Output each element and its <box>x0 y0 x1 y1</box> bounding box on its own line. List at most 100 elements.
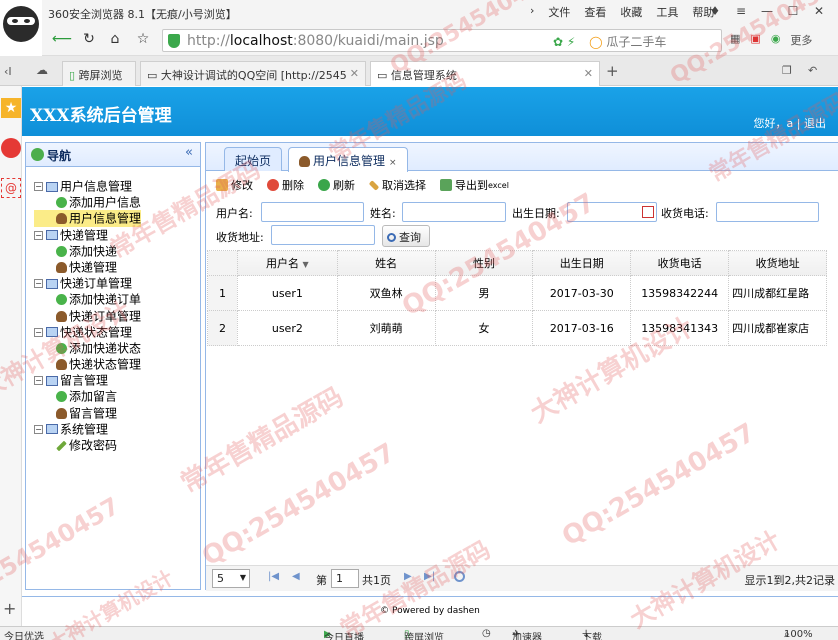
row-number-header <box>207 250 238 276</box>
apps-icon[interactable]: ▦ <box>730 32 740 48</box>
menu-favorites[interactable]: 收藏 <box>620 4 642 20</box>
tree-item-user-manage[interactable]: 用户信息管理 <box>34 210 142 227</box>
tab-close-icon[interactable]: ✕ <box>584 67 593 80</box>
menu-icon[interactable]: ≡ <box>728 2 754 20</box>
tree-item-add-order[interactable]: 添加快递订单 <box>34 291 141 307</box>
menu-arrow-icon[interactable]: › <box>530 4 534 20</box>
tree-item-add-express[interactable]: 添加快递 <box>34 243 141 259</box>
collapse-toggle-icon[interactable]: − <box>34 376 43 386</box>
col-name[interactable]: 姓名 <box>336 250 436 276</box>
tab-user-manage[interactable]: 用户信息管理 × <box>288 147 408 172</box>
username-input[interactable] <box>261 202 364 222</box>
menu-tools[interactable]: 工具 <box>656 4 678 20</box>
reload-icon[interactable]: ↻ <box>80 31 98 47</box>
favorites-star-icon[interactable]: ★ <box>1 98 21 118</box>
tree-item-add-message[interactable]: 添加留言 <box>34 388 141 404</box>
phone-input[interactable] <box>716 202 819 222</box>
close-icon[interactable]: ✕ <box>806 2 832 20</box>
prev-page-icon[interactable]: ◀ <box>292 571 300 582</box>
menu-file[interactable]: 文件 <box>548 4 570 20</box>
tab-list-icon[interactable]: ❐ <box>782 64 792 77</box>
pagination-bar: 5 ▼ |◀ ◀ 第 1 共1页 ▶ ▶| 显示1到2,共2记录 <box>206 565 838 591</box>
address-input[interactable] <box>271 225 375 245</box>
table-row[interactable]: 2 user2 刘萌萌 女 2017-03-16 13598341343 四川成… <box>207 310 827 346</box>
tab-home[interactable]: 起始页 <box>224 147 283 171</box>
page-number-input[interactable]: 1 <box>331 569 359 588</box>
export-excel-button[interactable]: 导出到 excel <box>440 177 509 193</box>
today-picks[interactable]: 今日优选 <box>4 628 44 640</box>
col-phone[interactable]: 收货电话 <box>630 250 730 276</box>
tab-scroll-left-icon[interactable]: ‹I <box>4 65 12 78</box>
shirt-icon[interactable]: ♦ <box>702 2 728 20</box>
cell-phone: 13598342244 <box>630 275 730 311</box>
undo-icon[interactable]: ↶ <box>808 64 817 77</box>
browser-tab-crossscreen[interactable]: ▯ 跨屏浏览 <box>62 61 136 86</box>
last-page-icon[interactable]: ▶| <box>424 571 435 582</box>
collapse-toggle-icon[interactable]: − <box>34 230 43 240</box>
name-input[interactable] <box>402 202 506 222</box>
more-button[interactable]: 更多 <box>790 32 812 48</box>
maximize-icon[interactable]: ☐ <box>780 2 806 20</box>
collapse-toggle-icon[interactable]: − <box>34 424 43 434</box>
shield-ext-icon[interactable]: ◉ <box>771 32 781 48</box>
tree-item-add-status[interactable]: 添加快递状态 <box>34 340 141 356</box>
reload-icon[interactable] <box>454 571 465 582</box>
search-hint[interactable]: ✿ ⚡ ◯ 瓜子二手车 <box>553 33 666 50</box>
tree-item-status-manage[interactable]: 快递状态管理 <box>34 356 141 372</box>
address-bar[interactable]: http://localhost:8080/kuaidi/main.jsp ✿ … <box>162 29 722 52</box>
cancel-select-button[interactable]: 取消选择 <box>368 177 426 193</box>
tree-group-system[interactable]: − 系统管理 <box>34 421 141 437</box>
collapse-toggle-icon[interactable]: − <box>34 327 43 337</box>
home-icon[interactable]: ⌂ <box>106 31 124 47</box>
tree-group-message[interactable]: − 留言管理 <box>34 372 141 388</box>
cloud-icon[interactable]: ☁ <box>36 63 48 77</box>
tree-group-status[interactable]: − 快递状态管理 <box>34 324 141 340</box>
first-page-icon[interactable]: |◀ <box>268 571 279 582</box>
add-sidebar-icon[interactable]: + <box>3 599 16 618</box>
user-icon <box>56 213 67 225</box>
col-gender[interactable]: 性别 <box>434 250 534 276</box>
user-icon <box>56 261 67 273</box>
logout-link[interactable]: 退出 <box>804 117 826 130</box>
calendar-icon[interactable] <box>642 206 654 218</box>
tree-group-order[interactable]: − 快递订单管理 <box>34 275 141 291</box>
menu-view[interactable]: 查看 <box>584 4 606 20</box>
tab-close-icon[interactable]: ✕ <box>350 67 359 80</box>
status-clean-icon[interactable]: ◷ <box>482 628 491 639</box>
new-tab-icon[interactable]: + <box>606 62 619 80</box>
tree-item-express-manage[interactable]: 快递管理 <box>34 259 141 275</box>
weibo-icon[interactable] <box>1 138 21 158</box>
browser-tab-qqzone[interactable]: ▭ 大神设计调试的QQ空间 [http://2545 ✕ <box>140 61 366 86</box>
table-row[interactable]: 1 user1 双鱼林 男 2017-03-30 13598342244 四川成… <box>207 275 827 311</box>
url-text: http://localhost:8080/kuaidi/main.jsp <box>187 33 444 49</box>
extension-icon[interactable]: ▣ <box>750 32 760 48</box>
collapse-icon[interactable]: « <box>185 145 193 160</box>
tree-item-change-password[interactable]: 修改密码 <box>34 437 141 453</box>
back-icon[interactable]: ⟵ <box>52 31 72 47</box>
next-page-icon[interactable]: ▶ <box>404 571 412 582</box>
add-icon <box>56 342 67 354</box>
computer-icon <box>46 278 58 289</box>
tree-item-add-user[interactable]: 添加用户信息 <box>34 194 141 210</box>
query-button[interactable]: 查询 <box>382 225 430 247</box>
tree-item-order-manage[interactable]: 快递订单管理 <box>34 308 141 324</box>
mail-icon[interactable]: @ <box>1 178 21 198</box>
collapse-toggle-icon[interactable]: − <box>34 182 43 191</box>
delete-icon <box>267 179 279 191</box>
edit-button[interactable]: 修改 <box>216 177 253 193</box>
tree-group-user[interactable]: − 用户信息管理 <box>34 178 141 194</box>
tree-item-message-manage[interactable]: 留言管理 <box>34 405 141 421</box>
minimize-icon[interactable]: — <box>754 2 780 20</box>
col-birthday[interactable]: 出生日期 <box>532 250 632 276</box>
col-address[interactable]: 收货地址 <box>728 250 827 276</box>
page-size-select[interactable]: 5 ▼ <box>212 569 250 588</box>
collapse-toggle-icon[interactable]: − <box>34 279 43 289</box>
nav-title: 导航 <box>47 149 72 163</box>
col-username[interactable]: 用户名 ▼ <box>236 250 338 276</box>
refresh-button[interactable]: 刷新 <box>318 177 355 193</box>
tree-group-express[interactable]: − 快递管理 <box>34 227 141 243</box>
star-icon[interactable]: ☆ <box>134 31 152 47</box>
browser-tab-system[interactable]: ▭ 信息管理系统 ✕ <box>370 61 600 86</box>
delete-button[interactable]: 删除 <box>267 177 304 193</box>
tab-close-icon[interactable]: × <box>389 158 397 168</box>
